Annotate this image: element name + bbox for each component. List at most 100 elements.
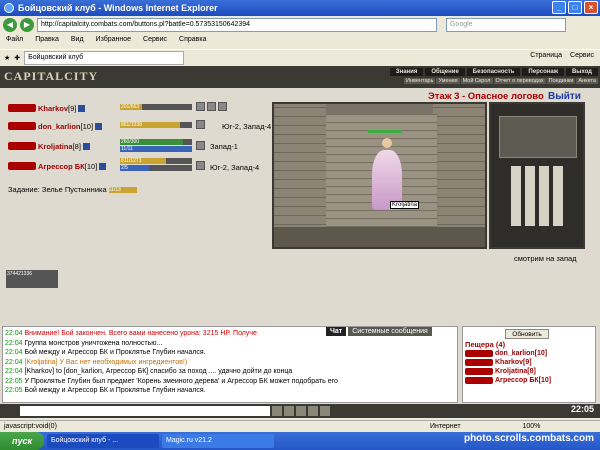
- status-bar: javascript:void(0) Интернет 100%: [0, 420, 600, 432]
- maximize-button[interactable]: □: [568, 1, 582, 14]
- hp-fill: 861/1038: [120, 122, 180, 128]
- refresh-button[interactable]: Обновить: [505, 329, 549, 339]
- mana-bar: 11/11: [120, 146, 192, 152]
- chat-input-bar: 22:05: [0, 404, 600, 418]
- hp-bar: 811/1273: [120, 158, 192, 164]
- status-text: javascript:void(0): [4, 423, 57, 430]
- add-favorite-icon[interactable]: ✚: [14, 54, 20, 62]
- menu-favorites[interactable]: Избранное: [96, 36, 131, 48]
- dungeon-floor: [274, 227, 485, 247]
- minimap[interactable]: [489, 102, 585, 249]
- info-icon[interactable]: [78, 104, 86, 112]
- scene-title: Этаж 3 - Опасное логово: [428, 91, 544, 102]
- character-row[interactable]: Агрессор БК [10]: [8, 159, 107, 173]
- character-level: [8]: [72, 141, 81, 151]
- cave-member[interactable]: Kroljatina[8]: [465, 367, 593, 376]
- submenu-transfers[interactable]: Отчет о переводах: [493, 78, 546, 84]
- hp-bar: 861/1038: [120, 122, 192, 128]
- task-progress: 11/13: [108, 186, 137, 193]
- clear-icon[interactable]: [284, 406, 294, 416]
- cave-member[interactable]: Агрессор БК[10]: [465, 376, 593, 385]
- map-caption: смотрим на запад: [514, 254, 577, 263]
- menu-view[interactable]: Вид: [71, 36, 84, 48]
- submenu-battles[interactable]: Поединки: [546, 78, 576, 84]
- game-clock: 22:05: [570, 404, 594, 414]
- character-figure[interactable]: [370, 138, 404, 222]
- submenu-inventory[interactable]: Инвентарь: [404, 78, 436, 84]
- figure-head: [382, 138, 392, 148]
- chat-line: 22:04 Группа монстров уничтожена полност…: [5, 339, 163, 347]
- character-row[interactable]: don_karlion [10]: [8, 119, 103, 133]
- menu-help[interactable]: Справка: [179, 36, 206, 48]
- info-icon[interactable]: [95, 122, 103, 130]
- mana-bar: 2/5: [120, 165, 192, 171]
- start-button[interactable]: пуск: [0, 432, 44, 450]
- window-title: Бойцовский клуб - Windows Internet Explo…: [18, 3, 218, 13]
- tools-menu[interactable]: Сервис: [570, 52, 594, 59]
- menu-file[interactable]: Файл: [6, 36, 23, 48]
- character-row[interactable]: Kharkov [9]: [8, 101, 86, 115]
- skull-icon: [207, 102, 216, 111]
- menu-security[interactable]: Безопасность: [466, 68, 521, 76]
- skull-icon: [196, 161, 205, 170]
- status-icons: [196, 141, 205, 150]
- character-row[interactable]: Kroljatina [8]: [8, 139, 90, 153]
- zoom-level[interactable]: 100%: [523, 423, 541, 430]
- chat-input[interactable]: [20, 406, 270, 416]
- cave-title: Пещера (4): [465, 340, 506, 349]
- cave-member[interactable]: Kharkov[9]: [465, 358, 593, 367]
- exit-link[interactable]: Выйти: [548, 91, 581, 102]
- minimize-button[interactable]: _: [552, 1, 566, 14]
- submenu-scroll[interactable]: Мой Скрол: [460, 78, 493, 84]
- smiley-icon[interactable]: [272, 406, 282, 416]
- chat-line: 22:05 Бой между и Агрессор БК и Проклять…: [5, 387, 206, 394]
- zone-label: Интернет: [430, 423, 461, 430]
- filter-icon[interactable]: [296, 406, 306, 416]
- search-input[interactable]: Google: [446, 18, 566, 32]
- taskbar-item[interactable]: Бойцовский клуб - ...: [47, 434, 159, 448]
- info-icon[interactable]: [99, 162, 107, 170]
- character-name: Агрессор БК: [38, 161, 85, 171]
- submenu-profile[interactable]: Анкета: [576, 78, 598, 84]
- task-label: Задание: Зелье Пустынника: [8, 185, 107, 194]
- mana-fill: 2/5: [120, 165, 149, 171]
- character-name: Kroljatina: [38, 141, 73, 151]
- address-bar[interactable]: http://capitalcity.combats.com/buttons.p…: [37, 18, 437, 32]
- settings-icon[interactable]: [320, 406, 330, 416]
- submenu-skills[interactable]: Умения: [436, 78, 460, 84]
- menu-knowledge[interactable]: Знания: [389, 68, 424, 76]
- cave-member[interactable]: don_karlion[10]: [465, 349, 593, 358]
- character-level: [10]: [84, 161, 98, 171]
- status-icons: [196, 102, 227, 111]
- info-icon[interactable]: [82, 142, 90, 150]
- tab-system-messages[interactable]: Системные сообщения: [348, 327, 432, 336]
- ie-icon: [4, 3, 14, 13]
- menu-exit[interactable]: Выход: [565, 68, 598, 76]
- forward-icon[interactable]: ▶: [20, 18, 34, 32]
- shield-icon: [196, 102, 205, 111]
- menu-character[interactable]: Персонаж: [522, 68, 564, 76]
- tab-current[interactable]: Бойцовский клуб: [24, 50, 185, 65]
- menu-tools[interactable]: Сервис: [143, 36, 167, 48]
- menu-communication[interactable]: Общение: [425, 68, 465, 76]
- character-location: Юг-2, Запад-4: [210, 163, 260, 172]
- character-location: Запад-1: [210, 142, 238, 151]
- back-icon[interactable]: ◀: [3, 18, 17, 32]
- cave-panel: Обновить Пещера (4) don_karlion[10] Khar…: [462, 326, 596, 403]
- compass-icon[interactable]: [499, 116, 577, 158]
- favorites-row: ★ ✚ Бойцовский клуб Страница Сервис: [0, 49, 600, 65]
- taskbar-item[interactable]: Magic.ru v21.2: [162, 434, 274, 448]
- chat-log[interactable]: 22:04 Внимание! Бой закончен. Всего вами…: [2, 326, 458, 403]
- visit-counter[interactable]: 374421336: [6, 270, 58, 288]
- chat-line: 22:05 У Проклятье Глубин был предмет 'Ко…: [5, 377, 338, 385]
- character-level: [10]: [80, 121, 94, 131]
- star-icon[interactable]: ★: [4, 54, 10, 62]
- address-row: ◀ ▶ http://capitalcity.combats.com/butto…: [0, 16, 600, 34]
- menu-edit[interactable]: Правка: [35, 36, 59, 48]
- character-name: don_karlion: [38, 121, 81, 131]
- dungeon-view[interactable]: Kroljatina: [272, 102, 487, 249]
- tab-chat[interactable]: Чат: [326, 327, 347, 336]
- sword-icon[interactable]: [308, 406, 318, 416]
- close-button[interactable]: ×: [584, 1, 598, 14]
- page-menu[interactable]: Страница: [530, 52, 562, 59]
